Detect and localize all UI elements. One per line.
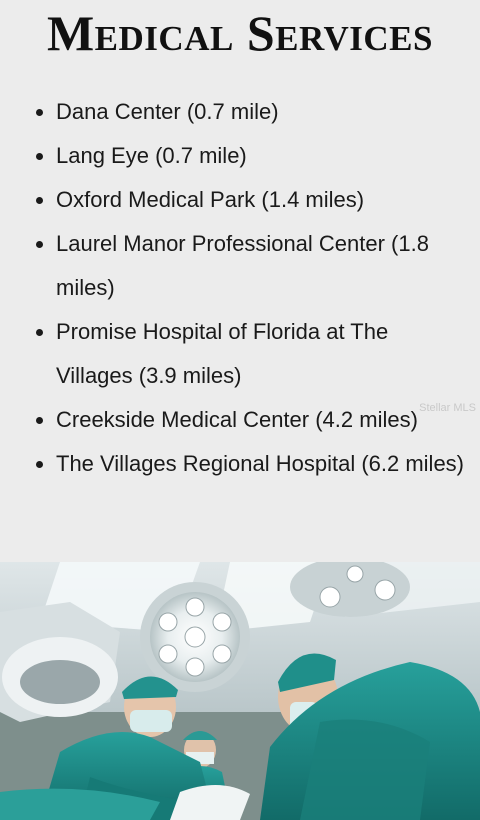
list-item: Dana Center (0.7 mile) [26,90,466,134]
watermark: Stellar MLS [419,402,476,414]
list-item: Oxford Medical Park (1.4 miles) [26,178,466,222]
list-item: Laurel Manor Professional Center (1.8 mi… [26,222,466,310]
operating-room-photo [0,562,480,820]
medical-services-list: Dana Center (0.7 mile) Lang Eye (0.7 mil… [26,90,466,486]
list-item: Creekside Medical Center (4.2 miles) [26,398,466,442]
page-title: Medical Services [46,5,433,61]
list-item: The Villages Regional Hospital (6.2 mile… [26,442,466,486]
list-item: Lang Eye (0.7 mile) [26,134,466,178]
list-item: Promise Hospital of Florida at The Villa… [26,310,466,398]
